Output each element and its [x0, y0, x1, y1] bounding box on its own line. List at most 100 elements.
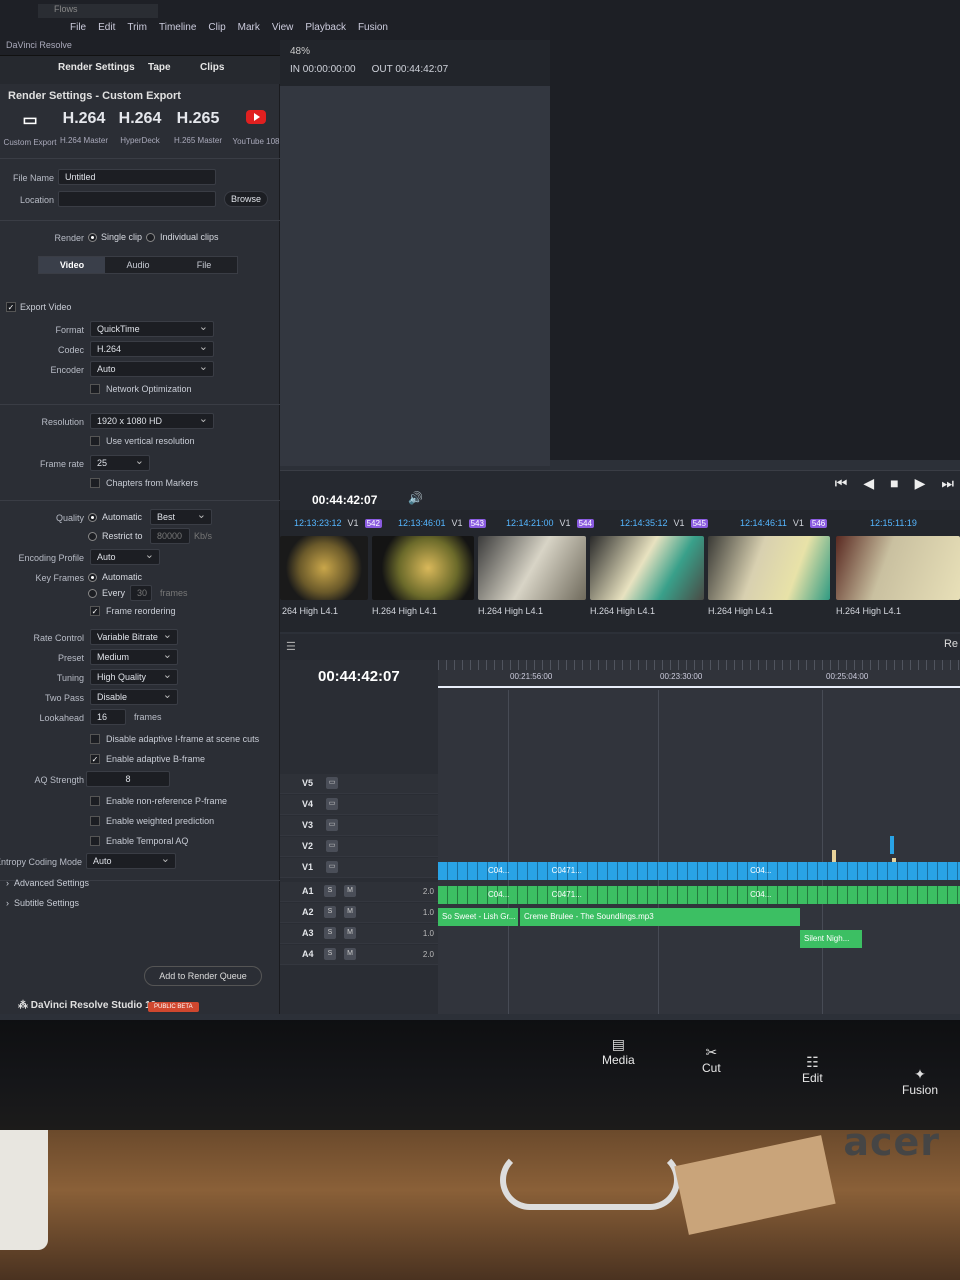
entropy-dropdown[interactable]: Auto [86, 852, 176, 869]
zoom-dropdown[interactable]: 48% [290, 46, 310, 57]
weighted-checkbox[interactable] [90, 816, 100, 826]
clip-thumbnail[interactable] [280, 536, 368, 600]
location-input[interactable] [58, 191, 216, 207]
track-header-v4[interactable]: V4 ▭ [280, 795, 438, 815]
menu-view[interactable]: View [272, 22, 294, 33]
v1-clip-track[interactable]: C04... C0471... C04... [438, 862, 960, 880]
track-visibility-icon[interactable]: ▭ [326, 861, 338, 873]
browse-button[interactable]: Browse [224, 191, 268, 207]
stop-icon[interactable]: ■ [890, 475, 898, 492]
chapters-checkbox[interactable] [90, 478, 100, 488]
page-edit[interactable]: ☷ Edit [802, 1054, 823, 1085]
aq-input[interactable]: 8 [86, 771, 170, 787]
disable-adaptive-checkbox[interactable] [90, 734, 100, 744]
tab-file[interactable]: File [171, 257, 237, 273]
solo-button[interactable]: S [324, 948, 336, 960]
tape-button[interactable]: Tape [148, 62, 171, 73]
preset-h265-master[interactable]: H.265 H.265 Master [168, 110, 228, 145]
clip-marker[interactable] [890, 836, 894, 854]
preset-hyperdeck[interactable]: H.264 HyperDeck [110, 110, 170, 145]
track-header-v1[interactable]: V1 ▭ [280, 858, 438, 878]
a2-clip[interactable]: Creme Brulee - The Soundlings.mp3 [520, 908, 800, 926]
non-ref-checkbox[interactable] [90, 796, 100, 806]
keyframes-auto-radio[interactable] [88, 573, 97, 582]
subtitle-settings-row[interactable]: › Subtitle Settings [0, 894, 280, 914]
format-dropdown[interactable]: QuickTime [90, 320, 214, 337]
track-header-a3[interactable]: A3 S M 1.0 [280, 924, 438, 944]
skip-end-icon[interactable]: ⏭ [941, 475, 954, 492]
add-to-render-queue-button[interactable]: Add to Render Queue [144, 966, 262, 986]
mute-button[interactable]: M [344, 948, 356, 960]
resolution-dropdown[interactable]: 1920 x 1080 HD [90, 412, 214, 429]
play-icon[interactable]: ▶ [915, 475, 926, 492]
timeline-tracks[interactable]: C04... C0471... C04... C04... C0471... C… [438, 690, 960, 1014]
solo-button[interactable]: S [324, 885, 336, 897]
track-header-a1[interactable]: A1 S M 2.0 [280, 882, 438, 902]
a3-clip[interactable]: Silent Nigh... [800, 930, 862, 948]
mute-button[interactable]: M [344, 927, 356, 939]
page-fusion[interactable]: ✦ Fusion [902, 1066, 938, 1097]
track-visibility-icon[interactable]: ▭ [326, 798, 338, 810]
file-name-input[interactable]: Untitled [58, 169, 216, 185]
advanced-settings-row[interactable]: › Advanced Settings [0, 874, 280, 894]
twopass-dropdown[interactable]: Disable [90, 688, 178, 705]
tuning-dropdown[interactable]: High Quality [90, 668, 178, 685]
preset-youtube[interactable]: YouTube 108 [226, 110, 286, 146]
restrict-radio[interactable] [88, 532, 97, 541]
single-clip-radio[interactable] [88, 233, 97, 242]
play-reverse-icon[interactable]: ◀ [863, 475, 874, 492]
track-header-v2[interactable]: V2 ▭ [280, 837, 438, 857]
timeline-view-icon[interactable]: ☰ [286, 640, 296, 653]
clip-thumbnail[interactable] [836, 536, 960, 600]
menu-clip[interactable]: Clip [208, 22, 225, 33]
quality-dropdown[interactable]: Best [150, 508, 212, 525]
track-visibility-icon[interactable]: ▭ [326, 819, 338, 831]
page-media[interactable]: ▤ Media [602, 1036, 635, 1067]
render-settings-button[interactable]: Render Settings [58, 62, 135, 73]
menu-edit[interactable]: Edit [98, 22, 115, 33]
a1-clip-track[interactable]: C04... C0471... C04... [438, 886, 960, 904]
individual-clips-radio[interactable] [146, 233, 155, 242]
preset-h264-master[interactable]: H.264 H.264 Master [54, 110, 114, 145]
restrict-input[interactable]: 80000 [150, 528, 190, 544]
tab-video[interactable]: Video [39, 257, 105, 273]
preset-dropdown[interactable]: Medium [90, 648, 178, 665]
temporal-aq-checkbox[interactable] [90, 836, 100, 846]
menu-file[interactable]: File [70, 22, 86, 33]
clip-thumbnail[interactable] [708, 536, 830, 600]
lookahead-input[interactable]: 16 [90, 709, 126, 725]
clip-thumbnail[interactable] [590, 536, 704, 600]
track-visibility-icon[interactable]: ▭ [326, 840, 338, 852]
speaker-icon[interactable]: 🔊 [408, 491, 423, 505]
preset-custom-export[interactable]: ▭ Custom Export [0, 110, 60, 147]
solo-button[interactable]: S [324, 906, 336, 918]
clips-button[interactable]: Clips [200, 62, 224, 73]
clip-thumbnail[interactable] [478, 536, 586, 600]
solo-button[interactable]: S [324, 927, 336, 939]
network-opt-checkbox[interactable] [90, 384, 100, 394]
menu-playback[interactable]: Playback [305, 22, 346, 33]
frame-reorder-checkbox[interactable]: ✓ [90, 606, 100, 616]
skip-start-icon[interactable]: ⏮ [835, 475, 848, 492]
quality-auto-radio[interactable] [88, 513, 97, 522]
every-radio[interactable] [88, 589, 97, 598]
encoder-dropdown[interactable]: Auto [90, 360, 214, 377]
track-header-v5[interactable]: V5 ▭ [280, 774, 438, 794]
menu-mark[interactable]: Mark [238, 22, 260, 33]
track-header-a2[interactable]: A2 S M 1.0 [280, 903, 438, 923]
tab-audio[interactable]: Audio [105, 257, 171, 273]
clip-thumbnail[interactable] [372, 536, 474, 600]
vertical-res-checkbox[interactable] [90, 436, 100, 446]
menu-timeline[interactable]: Timeline [159, 22, 196, 33]
framerate-dropdown[interactable]: 25 [90, 454, 150, 471]
rate-control-dropdown[interactable]: Variable Bitrate [90, 628, 178, 645]
track-header-v3[interactable]: V3 ▭ [280, 816, 438, 836]
menu-trim[interactable]: Trim [127, 22, 147, 33]
mute-button[interactable]: M [344, 906, 356, 918]
search-input[interactable]: Flows [38, 4, 158, 18]
playhead-line[interactable] [438, 686, 960, 688]
adaptive-b-checkbox[interactable]: ✓ [90, 754, 100, 764]
codec-dropdown[interactable]: H.264 [90, 340, 214, 357]
enc-profile-dropdown[interactable]: Auto [90, 548, 160, 565]
menu-fusion[interactable]: Fusion [358, 22, 388, 33]
